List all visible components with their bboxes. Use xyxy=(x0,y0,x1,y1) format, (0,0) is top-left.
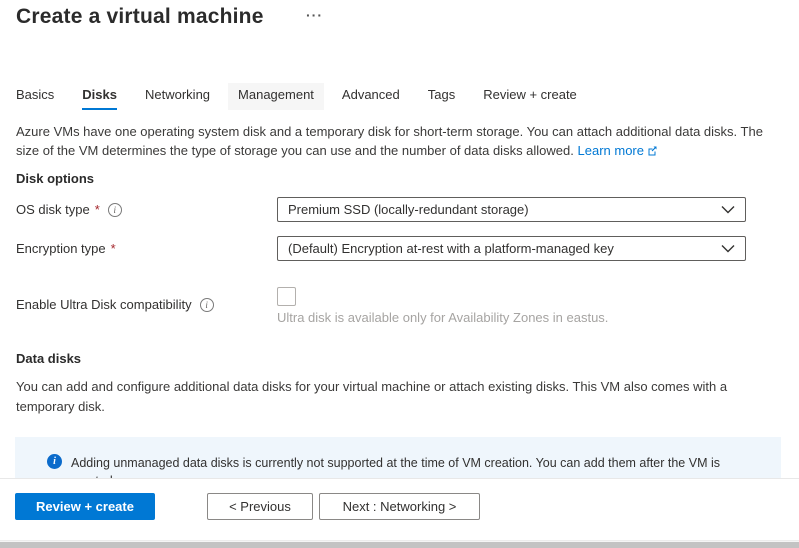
review-create-button[interactable]: Review + create xyxy=(15,493,155,520)
tab-review-create[interactable]: Review + create xyxy=(473,83,587,110)
learn-more-link[interactable]: Learn more xyxy=(578,143,658,158)
info-banner: i Adding unmanaged data disks is current… xyxy=(15,437,781,478)
wizard-footer: Review + create < Previous Next : Networ… xyxy=(0,478,799,541)
disks-intro-text: Azure VMs have one operating system disk… xyxy=(16,122,768,161)
os-disk-type-label: OS disk type * i xyxy=(16,202,122,217)
page-title: Create a virtual machine xyxy=(16,5,264,29)
ultra-disk-helper-text: Ultra disk is available only for Availab… xyxy=(277,310,608,325)
encryption-type-value: (Default) Encryption at-rest with a plat… xyxy=(288,241,614,256)
required-asterisk: * xyxy=(95,202,100,217)
data-disks-heading: Data disks xyxy=(16,351,81,366)
tab-management[interactable]: Management xyxy=(228,83,324,110)
external-link-icon xyxy=(647,142,658,161)
tab-networking[interactable]: Networking xyxy=(135,83,220,110)
info-icon[interactable]: i xyxy=(108,203,122,217)
next-networking-button[interactable]: Next : Networking > xyxy=(319,493,480,520)
tab-advanced[interactable]: Advanced xyxy=(332,83,410,110)
os-disk-type-dropdown[interactable]: Premium SSD (locally-redundant storage) xyxy=(277,197,746,222)
create-vm-page: Create a virtual machine ··· Basics Disk… xyxy=(0,0,799,548)
disk-options-heading: Disk options xyxy=(16,171,94,186)
tab-tags[interactable]: Tags xyxy=(418,83,465,110)
chevron-down-icon xyxy=(721,205,735,214)
encryption-type-label: Encryption type * xyxy=(16,241,116,256)
wizard-tabs: Basics Disks Networking Management Advan… xyxy=(16,83,587,110)
scrollbar-thumb[interactable] xyxy=(0,542,799,548)
os-disk-type-value: Premium SSD (locally-redundant storage) xyxy=(288,202,529,217)
chevron-down-icon xyxy=(721,244,735,253)
tab-disks[interactable]: Disks xyxy=(72,83,127,110)
data-disks-description: You can add and configure additional dat… xyxy=(16,377,761,417)
encryption-type-dropdown[interactable]: (Default) Encryption at-rest with a plat… xyxy=(277,236,746,261)
horizontal-scrollbar[interactable] xyxy=(0,540,799,548)
info-icon[interactable]: i xyxy=(200,298,214,312)
more-options-button[interactable]: ··· xyxy=(306,7,323,23)
ultra-disk-label: Enable Ultra Disk compatibility i xyxy=(16,297,214,312)
previous-button[interactable]: < Previous xyxy=(207,493,313,520)
tab-basics[interactable]: Basics xyxy=(16,83,64,110)
ultra-disk-checkbox[interactable] xyxy=(277,287,296,306)
info-banner-icon: i xyxy=(47,454,62,469)
info-banner-text: Adding unmanaged data disks is currently… xyxy=(71,454,736,478)
required-asterisk: * xyxy=(111,241,116,256)
